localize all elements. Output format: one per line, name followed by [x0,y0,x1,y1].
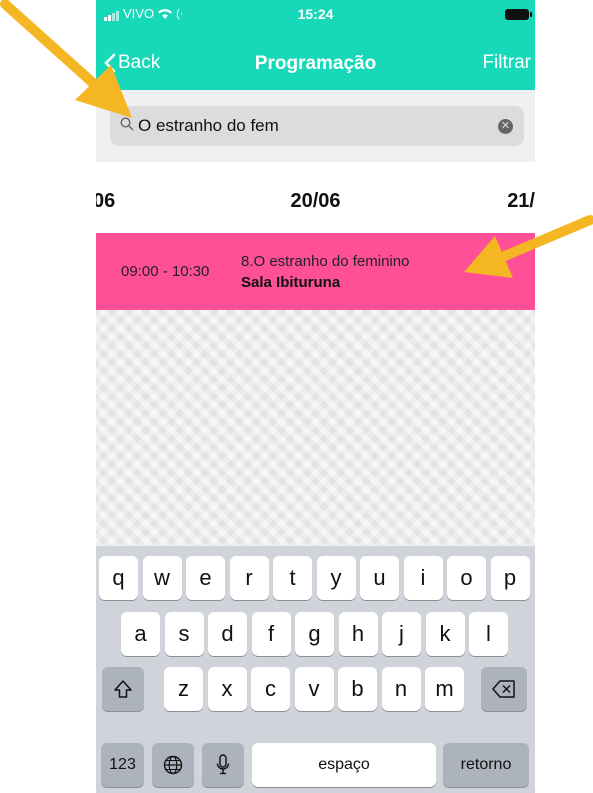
event-title: 8.O estranho do feminino [241,253,410,270]
key-s[interactable]: s [164,612,204,656]
key-w[interactable]: w [142,556,182,600]
key-m[interactable]: m [425,667,464,711]
date-tab-current[interactable]: 20/06 [96,190,535,213]
space-key[interactable]: espaço [252,743,436,787]
key-k[interactable]: k [425,612,465,656]
key-o[interactable]: o [447,556,486,600]
key-f[interactable]: f [251,612,291,656]
numbers-key[interactable]: 123 [101,743,144,787]
key-z[interactable]: z [164,667,203,711]
search-area: ✕ [96,90,535,162]
key-t[interactable]: t [273,556,312,600]
key-q[interactable]: q [99,556,138,600]
search-box[interactable]: ✕ [110,106,524,146]
key-y[interactable]: y [316,556,356,600]
phone-screen: VIVO (· 15:24 Back Programação Filtrar O… [96,0,535,793]
shift-icon [114,680,132,698]
backspace-icon [492,680,515,698]
filter-button[interactable]: Filtrar [482,52,531,74]
content-background [96,310,535,546]
delete-key[interactable] [481,667,527,711]
key-a[interactable]: a [121,612,160,656]
event-time: 09:00 - 10:30 [121,263,210,280]
microphone-icon [216,754,230,775]
clear-search-button[interactable]: ✕ [498,119,513,134]
chevron-left-icon [104,53,116,73]
return-key[interactable]: retorno [443,743,529,787]
key-e[interactable]: e [186,556,225,600]
keyboard: qwertyuiop asdfghjkl zxcvbnm 123 espaço … [96,546,535,793]
event-room: Sala Ibituruna [241,274,341,291]
shift-key[interactable] [102,667,144,711]
status-bar: VIVO (· 15:24 [96,0,535,40]
keyboard-row-1: qwertyuiop [96,556,535,602]
keyboard-row-4: 123 espaço retorno [96,743,535,789]
key-x[interactable]: x [207,667,247,711]
key-h[interactable]: h [338,612,378,656]
key-b[interactable]: b [338,667,377,711]
dictation-key[interactable] [202,743,244,787]
key-v[interactable]: v [294,667,334,711]
keyboard-row-2: asdfghjkl [96,612,535,658]
date-strip: 06 20/06 21/ [96,180,535,224]
back-label: Back [118,52,161,73]
back-button[interactable]: Back [104,52,160,74]
status-time: 15:24 [297,6,334,22]
key-j[interactable]: j [382,612,421,656]
key-n[interactable]: n [381,667,421,711]
key-r[interactable]: r [229,556,269,600]
search-icon [120,117,134,131]
page-title: Programação [254,53,377,74]
battery-icon [505,9,532,20]
key-d[interactable]: d [208,612,247,656]
globe-key[interactable] [152,743,194,787]
key-c[interactable]: c [251,667,290,711]
search-input[interactable] [138,114,478,138]
nav-bar: Back Programação Filtrar [96,40,535,90]
keyboard-row-3: zxcvbnm [96,667,535,713]
date-tab-next[interactable]: 21/ [507,190,535,213]
key-i[interactable]: i [403,556,443,600]
key-u[interactable]: u [360,556,399,600]
key-p[interactable]: p [490,556,530,600]
key-l[interactable]: l [469,612,508,656]
globe-icon [163,755,183,775]
event-row[interactable]: 09:00 - 10:30 8.O estranho do feminino S… [96,233,535,310]
key-g[interactable]: g [295,612,334,656]
clear-circle-icon: ✕ [500,120,511,132]
